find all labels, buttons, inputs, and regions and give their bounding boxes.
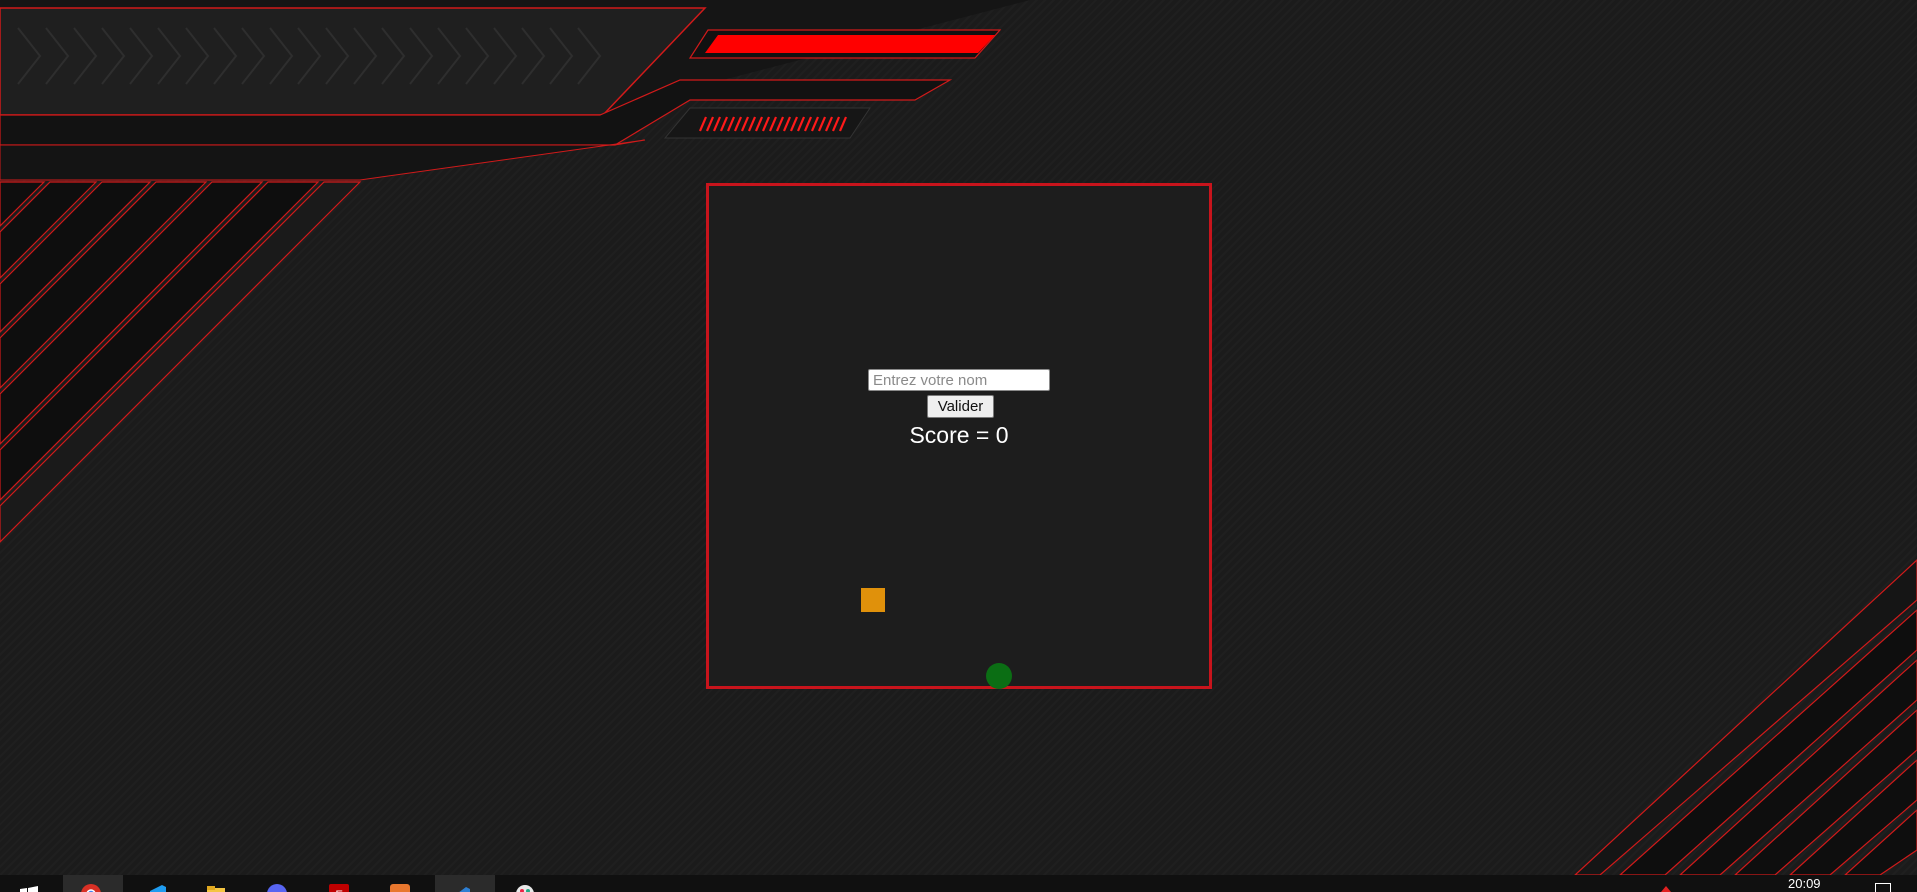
name-input[interactable]: [868, 369, 1050, 391]
left-diagonal-stripes: [0, 181, 362, 543]
top-banner-frame: [0, 7, 707, 116]
sublime-icon[interactable]: [389, 883, 411, 892]
visual-studio-icon[interactable]: [452, 883, 474, 892]
vscode-icon[interactable]: [146, 883, 168, 892]
notification-icon[interactable]: [1875, 883, 1891, 892]
filezilla-icon[interactable]: F: [328, 883, 350, 892]
validate-button[interactable]: Valider: [927, 395, 994, 418]
right-diagonal-stripes: [1573, 559, 1917, 876]
svg-text:F: F: [335, 888, 342, 892]
player-ball: [986, 663, 1012, 689]
game-board[interactable]: Valider Score = 0: [706, 183, 1212, 689]
red-bar: [705, 35, 995, 53]
game-page: Valider Score = 0 F: [0, 0, 1917, 892]
taskbar-clock[interactable]: 20:09: [1788, 876, 1821, 891]
taskbar: F 20:09: [0, 875, 1917, 892]
start-icon[interactable]: [18, 883, 40, 892]
score-display: Score = 0: [909, 422, 1009, 448]
food-square: [861, 588, 885, 612]
network-tray-icon[interactable]: [1655, 882, 1677, 892]
file-explorer-icon[interactable]: [205, 883, 227, 892]
paint-icon[interactable]: [514, 883, 536, 892]
chrome-icon[interactable]: [80, 883, 102, 892]
discord-icon[interactable]: [266, 883, 288, 892]
lower-banner: [0, 139, 646, 181]
